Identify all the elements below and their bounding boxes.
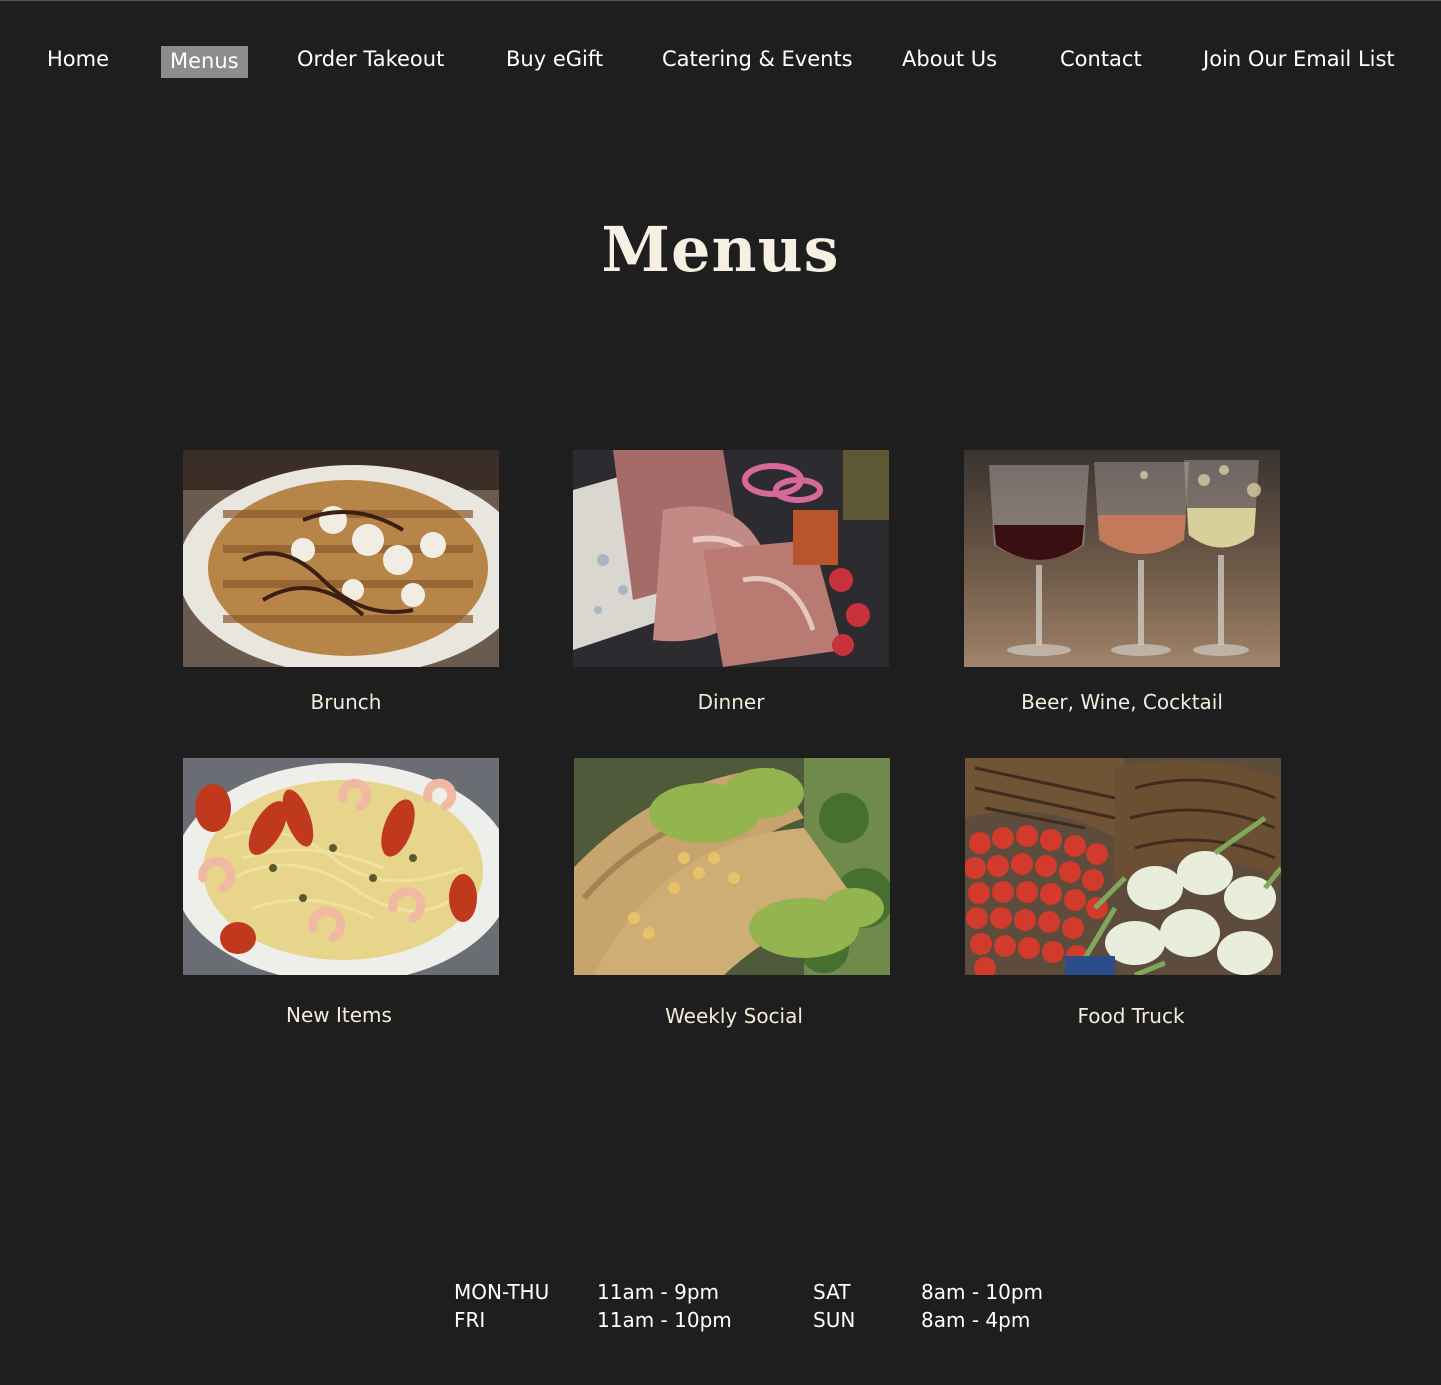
food-truck-image[interactable] bbox=[965, 758, 1281, 975]
hours-day-sun: SUN bbox=[813, 1308, 856, 1332]
nav-menus[interactable]: Menus bbox=[161, 46, 248, 78]
dinner-label[interactable]: Dinner bbox=[573, 689, 889, 715]
brunch-image[interactable] bbox=[183, 450, 499, 667]
hours-time-fri: 11am - 10pm bbox=[597, 1308, 732, 1332]
page-title: Menus bbox=[601, 213, 840, 286]
nav-contact[interactable]: Contact bbox=[1060, 45, 1142, 73]
hours-day-mon-thu: MON-THU bbox=[454, 1280, 550, 1304]
weekly-social-label[interactable]: Weekly Social bbox=[576, 1003, 892, 1029]
hours-day-fri: FRI bbox=[454, 1308, 486, 1332]
dinner-image[interactable] bbox=[573, 450, 889, 667]
brunch-label[interactable]: Brunch bbox=[188, 689, 504, 715]
nav-email-list[interactable]: Join Our Email List bbox=[1203, 45, 1395, 73]
nav-about-us[interactable]: About Us bbox=[902, 45, 997, 73]
nav-buy-egift[interactable]: Buy eGift bbox=[506, 45, 603, 73]
hours-time-mon-thu: 11am - 9pm bbox=[597, 1280, 720, 1304]
nav-order-takeout[interactable]: Order Takeout bbox=[297, 45, 444, 73]
hours-time-sat: 8am - 10pm bbox=[921, 1280, 1044, 1304]
new-items-label[interactable]: New Items bbox=[181, 1002, 497, 1028]
nav-home[interactable]: Home bbox=[47, 45, 109, 73]
hours-time-sun: 8am - 4pm bbox=[921, 1308, 1031, 1332]
new-items-image[interactable] bbox=[183, 758, 499, 975]
hours-day-sat: SAT bbox=[813, 1280, 851, 1304]
weekly-social-image[interactable] bbox=[574, 758, 890, 975]
beer-wine-cocktail-image[interactable] bbox=[964, 450, 1280, 667]
beer-wine-cocktail-label[interactable]: Beer, Wine, Cocktail bbox=[964, 689, 1280, 715]
food-truck-label[interactable]: Food Truck bbox=[973, 1003, 1289, 1029]
nav-catering-events[interactable]: Catering & Events bbox=[662, 45, 853, 73]
